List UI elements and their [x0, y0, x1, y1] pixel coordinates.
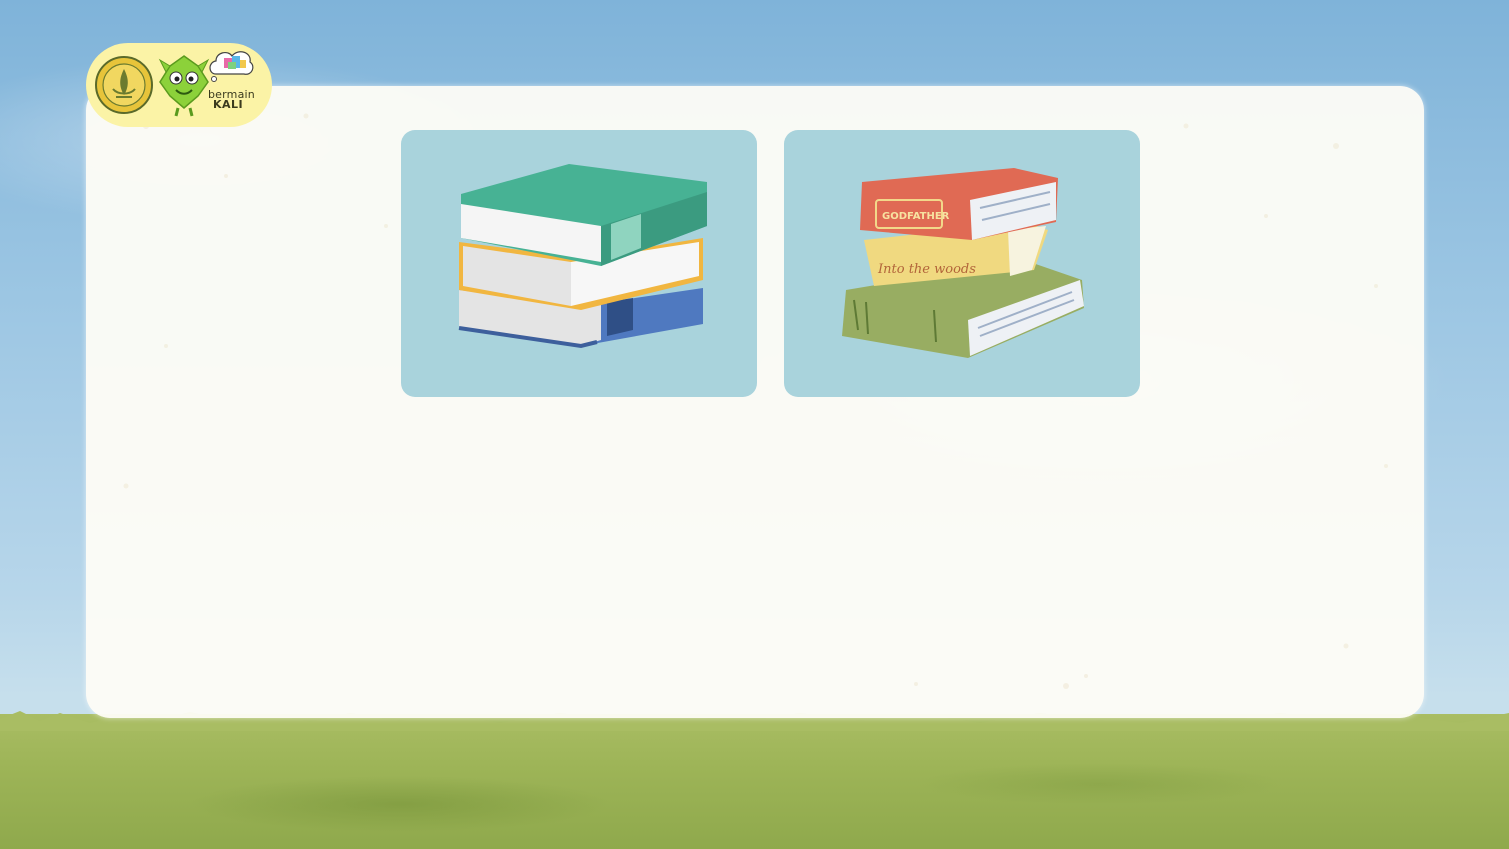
green-mascot-icon [158, 55, 210, 117]
book-stack-icon [458, 164, 707, 349]
book-spine-label-1: GODFATHER [882, 211, 950, 222]
book-spine-label-2: Into the woods [877, 262, 976, 277]
brand-name-line2: KALI [213, 98, 244, 111]
illustrated-books-icon: Into the woods GODFATHER [842, 168, 1084, 358]
book-stack-tile-1[interactable] [401, 130, 757, 397]
book-stack-tile-2[interactable]: Into the woods GODFATHER [784, 130, 1140, 397]
thought-bubble-gift-icon [209, 51, 254, 82]
university-emblem-icon [95, 56, 153, 114]
grass-ground [0, 711, 1509, 849]
